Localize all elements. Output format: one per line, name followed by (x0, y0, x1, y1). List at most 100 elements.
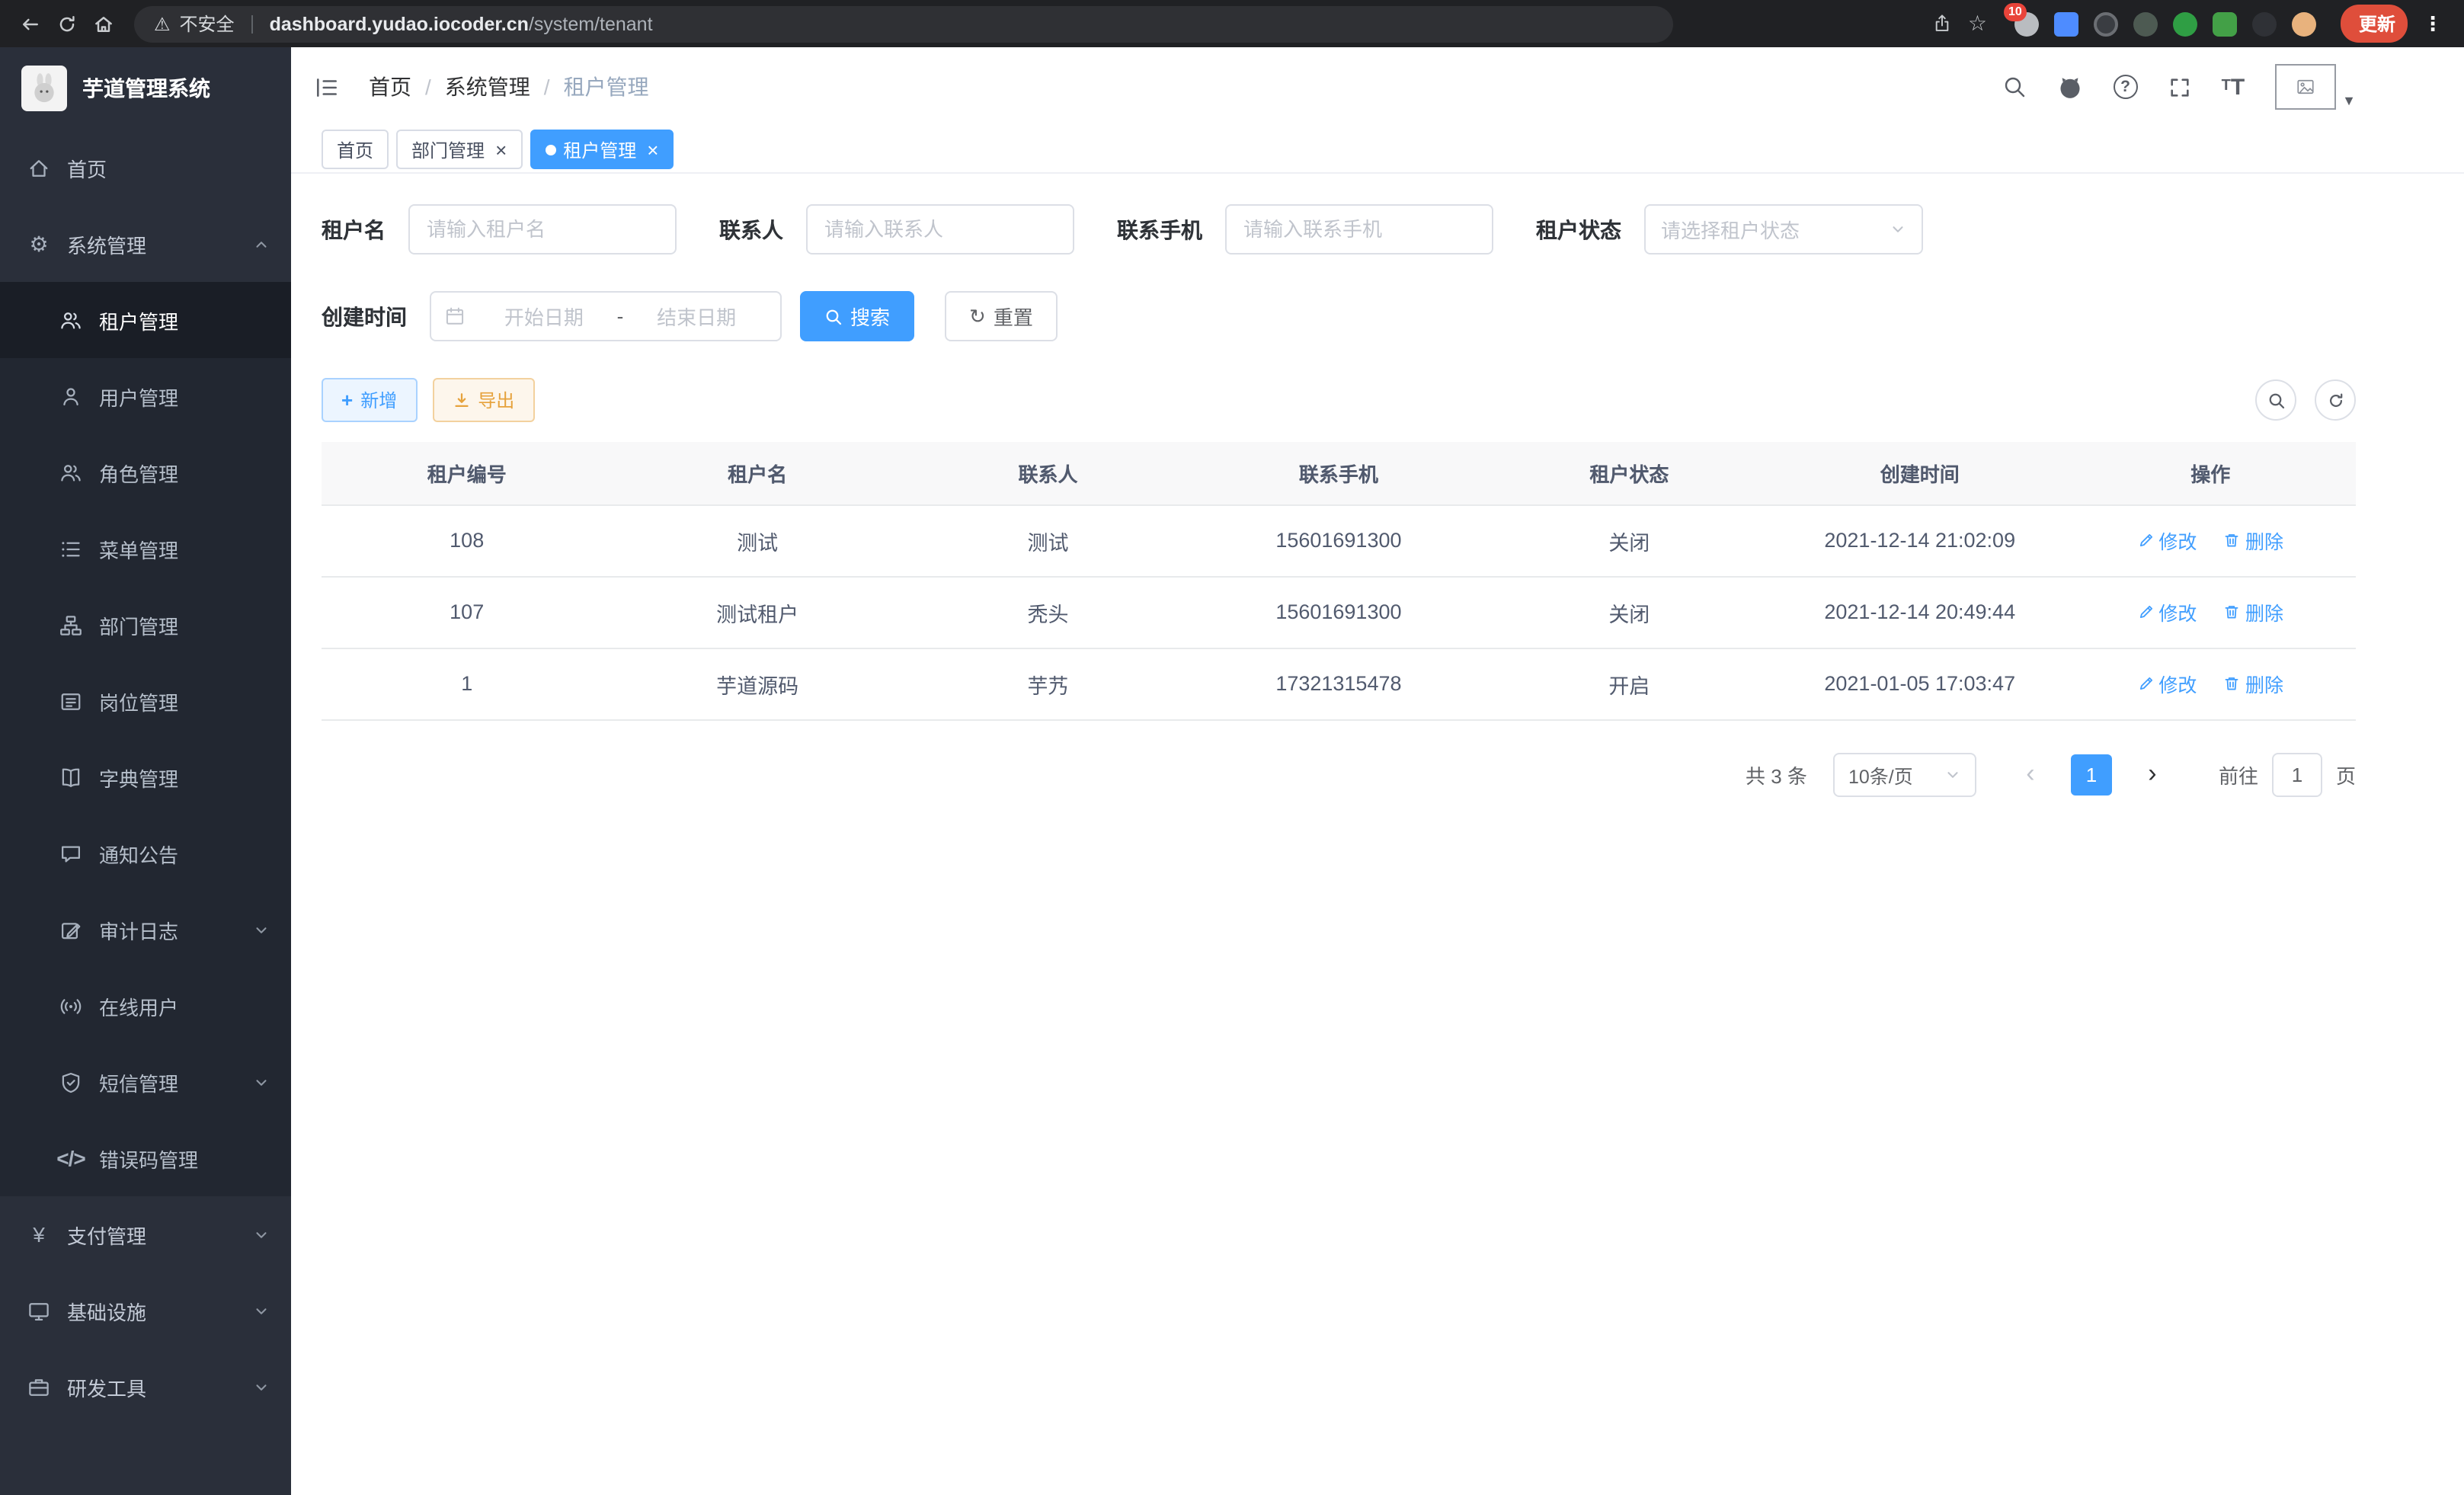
sidebar-item-user[interactable]: 用户管理 (0, 358, 291, 434)
share-icon[interactable] (1933, 14, 1953, 34)
url-domain: dashboard.yudao.iocoder.cn (270, 13, 529, 34)
extension-icon-2[interactable] (2054, 11, 2078, 36)
warning-icon: ⚠ (154, 13, 171, 34)
sidebar-item-infrastructure[interactable]: 基础设施 (0, 1273, 291, 1349)
sidebar-item-dict[interactable]: 字典管理 (0, 739, 291, 815)
chevron-up-icon (253, 235, 270, 252)
filter-phone: 联系手机 (1117, 204, 1493, 255)
column-header-status: 租户状态 (1484, 442, 1774, 504)
extension-icon-7[interactable] (2252, 11, 2277, 36)
tab-dept[interactable]: 部门管理 × (396, 130, 522, 169)
cell-id: 1 (322, 648, 612, 719)
date-range-picker[interactable]: 开始日期 - 结束日期 (430, 291, 782, 341)
search-button[interactable]: 搜索 (800, 291, 914, 341)
tab-label: 租户管理 (563, 136, 636, 162)
edit-link[interactable]: 修改 (2137, 597, 2197, 626)
sidebar-item-tenant[interactable]: 租户管理 (0, 282, 291, 358)
filter-contact: 联系人 (719, 204, 1074, 255)
search-icon[interactable] (2002, 75, 2027, 99)
extension-icon-5[interactable] (2173, 11, 2197, 36)
add-button[interactable]: + 新增 (322, 378, 417, 422)
goto-page-input[interactable] (2272, 752, 2322, 796)
sidebar-item-audit-log[interactable]: 审计日志 (0, 892, 291, 968)
sidebar-item-home[interactable]: 首页 (0, 130, 291, 206)
delete-link[interactable]: 删除 (2224, 597, 2283, 626)
sidebar-item-post[interactable]: 岗位管理 (0, 663, 291, 739)
phone-input[interactable] (1225, 204, 1493, 255)
fullscreen-icon[interactable] (2168, 75, 2191, 98)
security-label[interactable]: 不安全 (180, 11, 235, 37)
sidebar-submenu-system: 租户管理 用户管理 角色管理 菜单管理 部门管理 (0, 282, 291, 1196)
extension-icon-3[interactable] (2094, 11, 2118, 36)
sidebar-item-dept[interactable]: 部门管理 (0, 587, 291, 663)
sidebar-item-error-code[interactable]: </> 错误码管理 (0, 1120, 291, 1196)
reload-icon[interactable] (49, 5, 85, 42)
user-avatar-menu[interactable]: ▼ (2275, 64, 2356, 110)
tab-active-dot (545, 144, 555, 155)
sidebar-item-system[interactable]: ⚙ 系统管理 (0, 206, 291, 282)
status-select[interactable]: 请选择租户状态 (1644, 204, 1923, 255)
profile-avatar-icon[interactable] (2292, 11, 2316, 36)
breadcrumb-item[interactable]: 系统管理 (445, 72, 530, 102)
cell-status: 关闭 (1484, 576, 1774, 648)
browser-update-button[interactable]: 更新 (2341, 5, 2408, 43)
column-header-name: 租户名 (612, 442, 902, 504)
breadcrumb-item-current: 租户管理 (564, 72, 649, 102)
github-icon[interactable] (2057, 74, 2083, 100)
edit-link[interactable]: 修改 (2137, 526, 2197, 555)
extension-icon-1[interactable]: 10 (2014, 11, 2039, 36)
delete-link[interactable]: 删除 (2224, 669, 2283, 698)
contact-input[interactable] (806, 204, 1074, 255)
breadcrumb-separator: / (544, 75, 550, 99)
cell-contact: 芋艿 (903, 648, 1193, 719)
sidebar-item-payment[interactable]: ¥ 支付管理 (0, 1196, 291, 1273)
tab-tenant[interactable]: 租户管理 × (530, 130, 674, 169)
field-label: 创建时间 (322, 301, 407, 331)
close-icon[interactable]: × (647, 139, 658, 159)
chevron-down-icon (253, 1074, 270, 1090)
refresh-table-button[interactable] (2315, 379, 2356, 421)
filter-tenant-name: 租户名 (322, 204, 677, 255)
sidebar-item-label: 研发工具 (67, 1372, 146, 1401)
page-unit-label: 页 (2336, 760, 2356, 789)
cell-name: 测试 (612, 504, 902, 576)
sidebar-item-label: 审计日志 (99, 915, 178, 944)
sidebar: 芋道管理系统 首页 ⚙ 系统管理 租户管理 用户管理 (0, 47, 291, 1495)
address-bar[interactable]: ⚠ 不安全 dashboard.yudao.iocoder.cn/system/… (134, 5, 1673, 42)
page-number-button[interactable]: 1 (2071, 754, 2112, 795)
collapse-sidebar-icon[interactable] (314, 74, 340, 100)
page-size-select[interactable]: 10条/页 (1833, 752, 1976, 796)
back-icon[interactable] (12, 5, 49, 42)
extension-icon-4[interactable] (2133, 11, 2158, 36)
tenant-name-input[interactable] (408, 204, 677, 255)
extension-badge: 10 (2004, 2, 2027, 21)
toggle-search-button[interactable] (2255, 379, 2296, 421)
sidebar-item-menu[interactable]: 菜单管理 (0, 511, 291, 587)
tags-view: 首页 部门管理 × 租户管理 × (291, 126, 2464, 174)
sidebar-item-role[interactable]: 角色管理 (0, 434, 291, 511)
date-end-placeholder: 结束日期 (626, 302, 766, 331)
breadcrumb-item[interactable]: 首页 (369, 72, 411, 102)
sidebar-item-devtools[interactable]: 研发工具 (0, 1349, 291, 1425)
reset-button[interactable]: ↻ 重置 (945, 291, 1058, 341)
edit-link[interactable]: 修改 (2137, 669, 2197, 698)
sidebar-item-sms[interactable]: 短信管理 (0, 1044, 291, 1120)
export-button[interactable]: 导出 (432, 378, 534, 422)
cell-status: 关闭 (1484, 504, 1774, 576)
sidebar-item-online-users[interactable]: 在线用户 (0, 968, 291, 1044)
prev-page-button[interactable]: ‹ (2010, 754, 2051, 795)
bookmark-star-icon[interactable]: ☆ (1968, 11, 1987, 37)
calendar-icon (445, 306, 465, 326)
browser-menu-icon[interactable]: ⋮ (2423, 11, 2443, 36)
font-size-icon[interactable]: TT (2222, 75, 2245, 98)
sidebar-logo[interactable]: 芋道管理系统 (0, 47, 291, 130)
sidebar-item-notice[interactable]: 通知公告 (0, 815, 291, 892)
sidebar-item-label: 岗位管理 (99, 687, 178, 715)
delete-link[interactable]: 删除 (2224, 526, 2283, 555)
extension-icon-6[interactable] (2213, 11, 2237, 36)
next-page-button[interactable]: › (2132, 754, 2173, 795)
close-icon[interactable]: × (495, 139, 507, 159)
home-icon[interactable] (85, 5, 122, 42)
help-icon[interactable]: ? (2114, 75, 2138, 99)
tab-home[interactable]: 首页 (322, 130, 389, 169)
